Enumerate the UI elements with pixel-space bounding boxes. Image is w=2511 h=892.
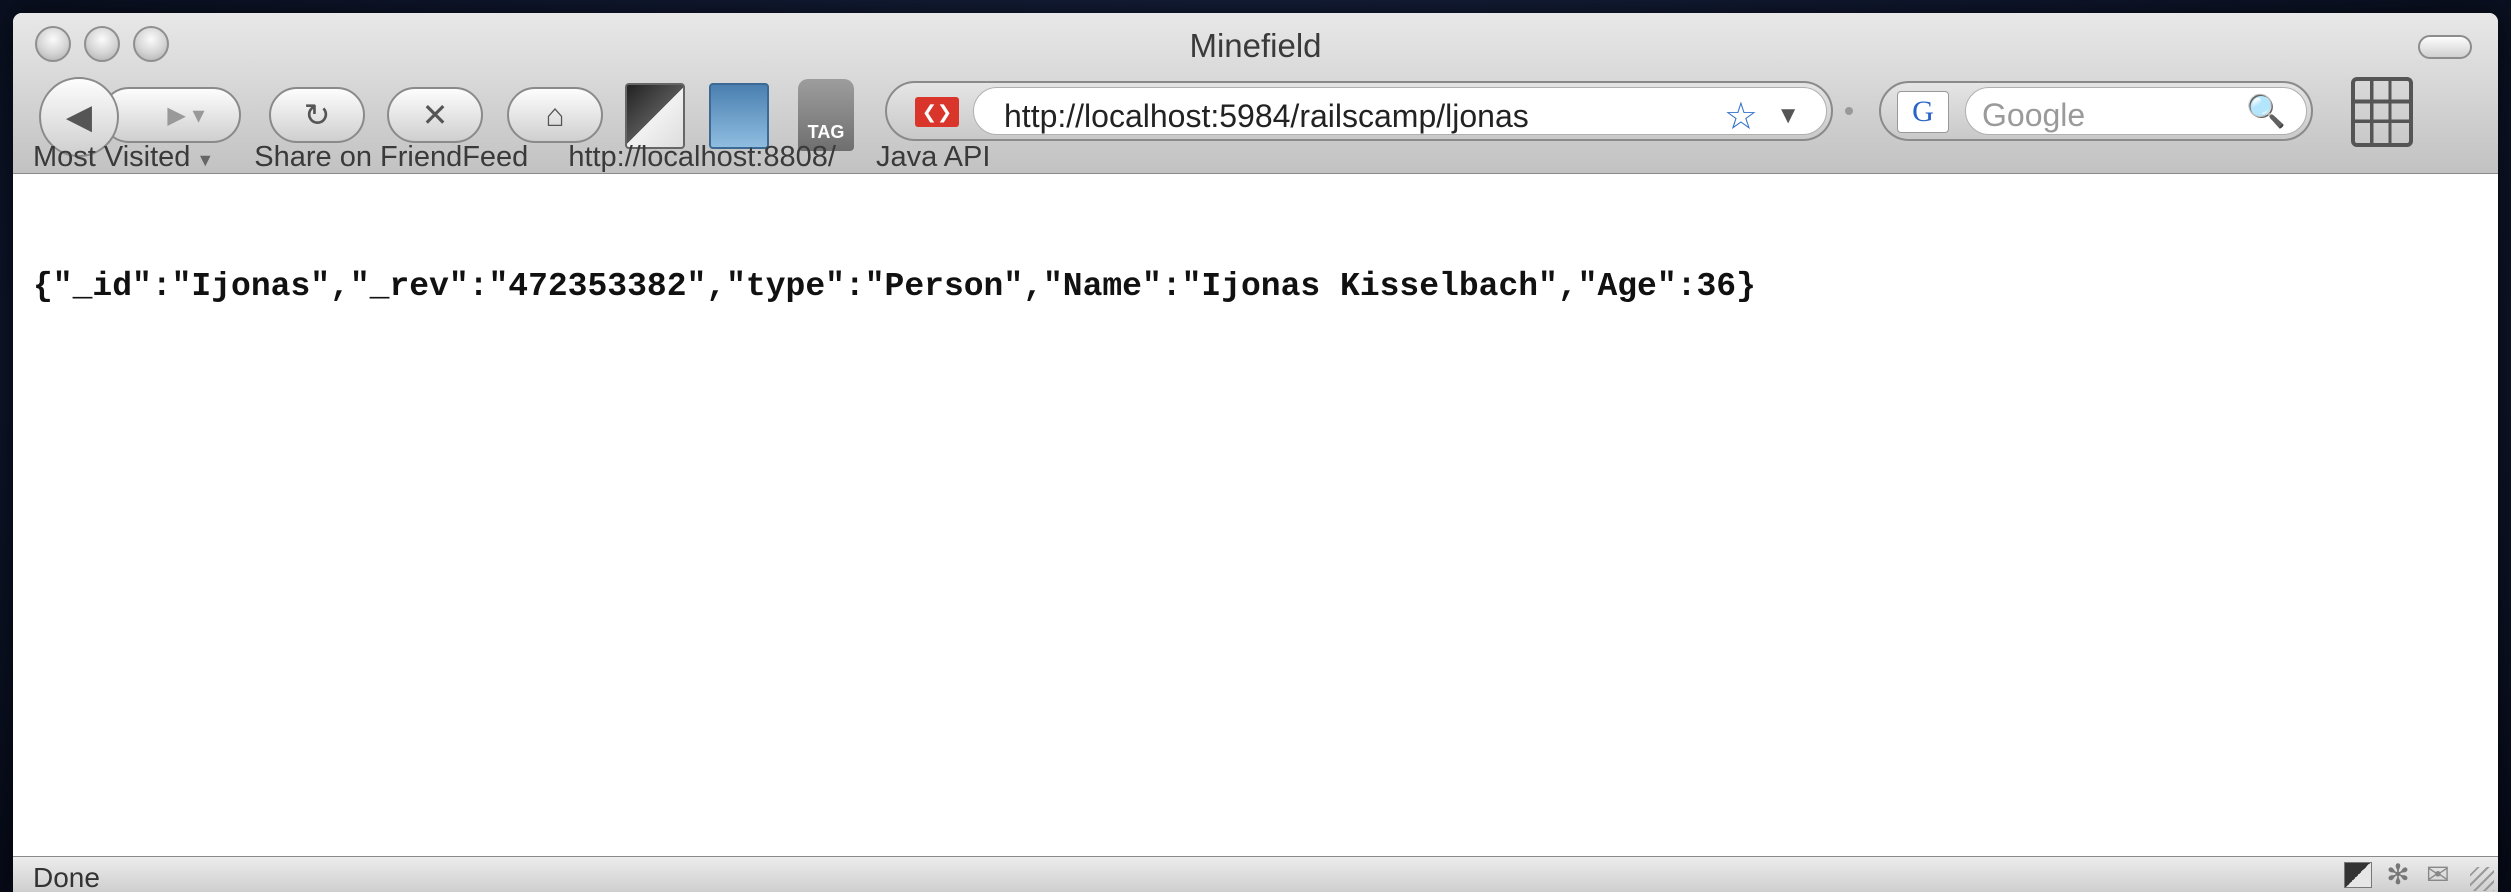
url-bar: ❮❯ http://localhost:5984/railscamp/ljona… [885,81,1833,141]
bookmark-localhost-8808[interactable]: http://localhost:8808/ [568,141,836,174]
json-document-text: {"_id":"Ijonas","_rev":"472353382","type… [33,268,1756,305]
browser-window: Minefield ▶ ▾ ◀ ↻ ✕ ⌂ TAG ❮❯ http://loca… [13,13,2498,892]
tile-icon[interactable] [2344,862,2372,888]
status-icons: ✻ ✉ [2344,861,2452,889]
reload-button[interactable]: ↻ [269,87,365,143]
forward-button[interactable]: ▶ ▾ [101,87,241,143]
search-input[interactable] [1982,96,2242,134]
search-engine-label: G [1912,95,1934,128]
history-dropdown-icon[interactable]: ▼ [1776,102,1800,130]
status-text: Done [33,862,100,892]
site-icon-glyph: ❮❯ [921,101,953,122]
toolbar-toggle-button[interactable] [2418,35,2472,59]
window-chrome: Minefield ▶ ▾ ◀ ↻ ✕ ⌂ TAG ❮❯ http://loca… [13,13,2498,174]
reload-icon: ↻ [303,97,331,133]
extension-tile-icon[interactable] [625,83,685,149]
title-bar: Minefield [13,13,2498,69]
home-button[interactable]: ⌂ [507,87,603,143]
toolbar-separator [1845,107,1853,115]
site-favicon-icon[interactable]: ❮❯ [915,97,959,127]
gear-icon[interactable]: ✻ [2384,861,2412,889]
bookmark-most-visited[interactable]: Most Visited ▼ [33,141,214,174]
page-content: {"_id":"Ijonas","_rev":"472353382","type… [13,174,2498,856]
grid-menu-icon[interactable] [2351,77,2413,147]
bookmark-java-api[interactable]: Java API [876,141,990,174]
bookmark-share-friendfeed[interactable]: Share on FriendFeed [254,141,528,174]
window-title: Minefield [1189,27,1322,64]
forward-icon: ▶ ▾ [167,101,205,129]
status-bar: Done ✻ ✉ [13,856,2498,892]
nav-toolbar: ▶ ▾ ◀ ↻ ✕ ⌂ TAG ❮❯ http://localhost:5984… [13,69,2498,157]
chevron-down-icon: ▼ [196,150,215,170]
stop-icon: ✕ [421,97,449,133]
tag-label: TAG [807,122,845,142]
home-icon: ⌂ [545,96,565,133]
url-input[interactable]: http://localhost:5984/railscamp/ljonas ☆… [973,87,1827,138]
stop-button[interactable]: ✕ [387,87,483,143]
bookmark-label: Most Visited [33,141,191,173]
bookmark-star-icon[interactable]: ☆ [1724,94,1758,139]
search-field: 🔍 [1965,87,2307,135]
mail-icon[interactable]: ✉ [2424,861,2452,889]
search-engine-icon[interactable]: G [1897,91,1949,133]
url-text[interactable]: http://localhost:5984/railscamp/ljonas [1004,98,1529,135]
back-icon: ◀ [65,98,93,136]
bookmarks-toolbar: Most Visited ▼ Share on FriendFeed http:/… [13,141,2498,174]
extension-window-icon[interactable] [709,83,769,149]
resize-grip-icon[interactable] [2470,867,2494,891]
search-bar: G 🔍 [1879,81,2313,141]
search-icon[interactable]: 🔍 [2246,92,2286,130]
back-forward-group: ▶ ▾ ◀ [39,77,249,157]
